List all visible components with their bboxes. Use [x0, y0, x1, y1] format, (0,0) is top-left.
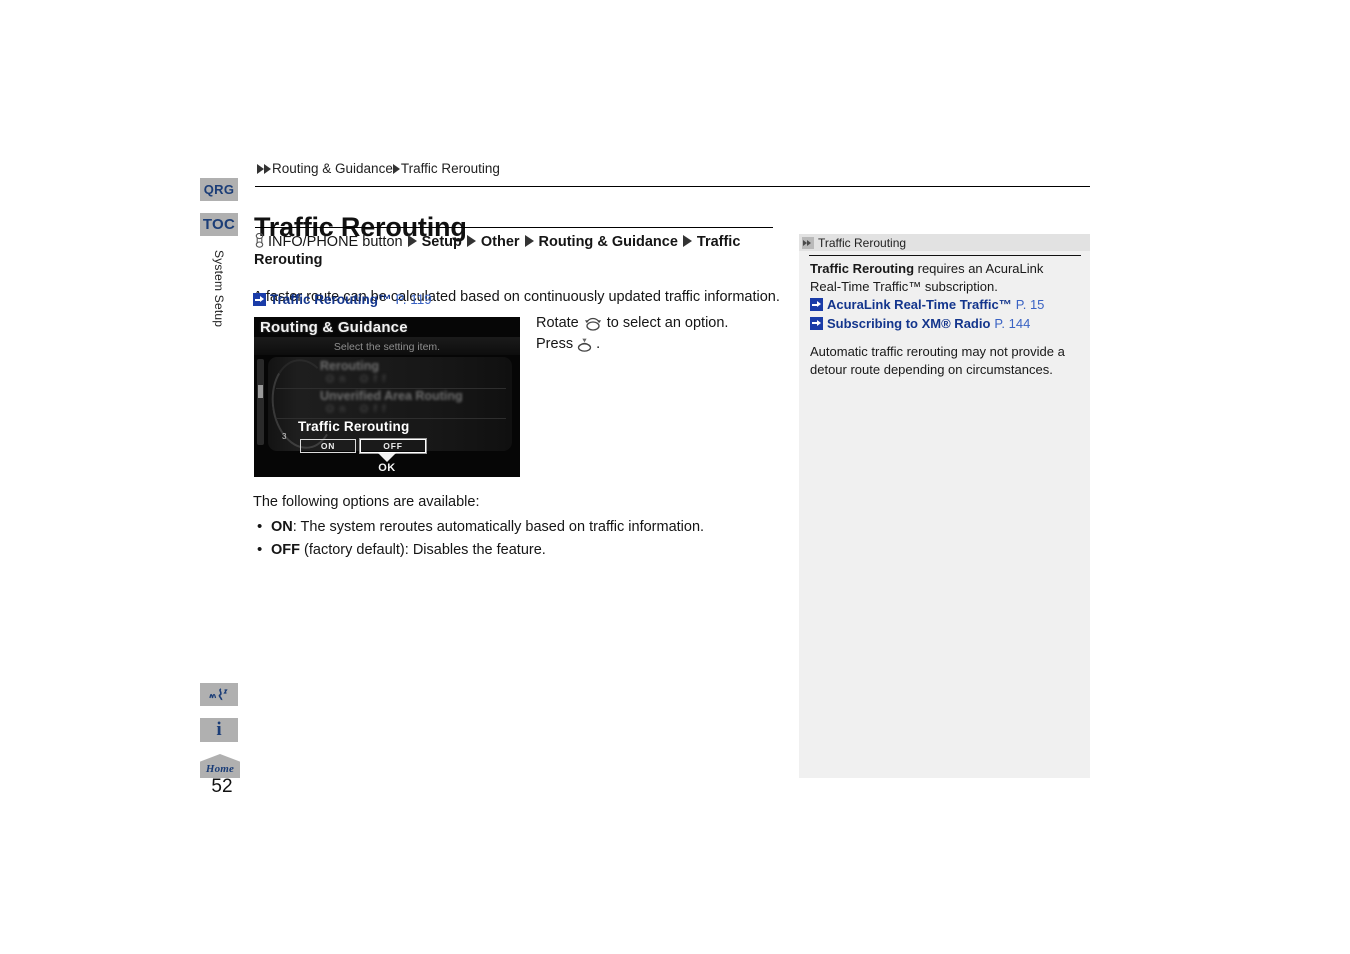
page-number: 52	[211, 776, 233, 797]
side-note-paragraph-bold: Traffic Rerouting	[810, 261, 915, 276]
rotary-knob-icon	[583, 316, 603, 332]
jump-arrow-icon	[810, 298, 823, 312]
nav-selected-item[interactable]: 3 Traffic Rerouting ON OFF	[276, 419, 506, 454]
home-button[interactable]: Home	[200, 754, 240, 778]
section-label: System Setup	[200, 250, 238, 372]
jump-arrow-icon	[253, 293, 266, 306]
navigation-screen-figure: Routing & Guidance Select the setting it…	[254, 317, 520, 477]
left-rail-bottom: i Home	[200, 683, 244, 778]
side-note-header: Traffic Rerouting	[799, 234, 1090, 251]
cross-reference-link[interactable]: Traffic Rerouting™ P. 119	[253, 292, 432, 307]
path-arrow-icon	[407, 235, 417, 247]
side-cross-reference-label: AcuraLink Real-Time Traffic™	[827, 297, 1012, 312]
nav-scroll-down-icon[interactable]	[378, 453, 396, 462]
path-arrow-icon	[682, 235, 692, 247]
section-label-text: System Setup	[212, 250, 226, 328]
option-desc-on: : The system reroutes automatically base…	[292, 519, 705, 535]
path-arrow-icon	[524, 235, 534, 247]
option-item-off: OFF (factory default): Disables the feat…	[257, 538, 783, 562]
options-list: ON: The system reroutes automatically ba…	[253, 515, 783, 562]
path-step-routing-guidance[interactable]: Routing & Guidance	[539, 234, 678, 250]
nav-scrollbar-thumb[interactable]	[258, 385, 263, 398]
side-note-body: Traffic Rerouting requires an AcuraLink …	[810, 260, 1078, 378]
rotate-instruction: Rotate to select an option.	[536, 313, 728, 334]
side-cross-reference-page: P. 15	[1015, 297, 1045, 312]
breadcrumb-parent[interactable]: Routing & Guidance	[272, 161, 393, 176]
side-note-footnote: Automatic traffic rerouting may not prov…	[810, 344, 1065, 377]
callout-number-3: 3	[282, 432, 287, 441]
menu-path: INFO/PHONE button Setup Other Routing & Gui…	[254, 231, 779, 269]
interaction-instructions: Rotate to select an option. Press .	[536, 313, 728, 355]
title-rule-bottom	[255, 227, 773, 228]
side-note-paragraph: Traffic Rerouting requires an AcuraLink …	[810, 260, 1078, 295]
press-instruction-pre: Press	[536, 336, 574, 352]
press-knob-icon	[576, 337, 593, 352]
breadcrumb-current: Traffic Rerouting	[400, 161, 500, 176]
title-rule-top	[255, 186, 1090, 187]
option-name-on: ON	[271, 519, 293, 535]
breadcrumb-arrow-icon	[257, 163, 264, 174]
path-button: INFO/PHONE button	[268, 234, 403, 250]
left-rail: QRG TOC System Setup	[200, 178, 244, 372]
nav-list-item-value: On Off	[326, 404, 392, 415]
info-icon[interactable]: i	[200, 718, 238, 742]
nav-screen-title: Routing & Guidance	[260, 319, 408, 336]
rotate-instruction-post: to select an option.	[606, 315, 729, 331]
path-arrow-icon	[466, 235, 476, 247]
side-cross-reference-link[interactable]: Subscribing to XM® Radio P. 144	[810, 315, 1078, 333]
nav-list-item-label: Rerouting	[320, 359, 380, 373]
side-note-title: Traffic Rerouting	[818, 235, 907, 250]
path-step-setup[interactable]: Setup	[422, 234, 462, 250]
nav-screen-subtitle: Select the setting item.	[333, 341, 441, 353]
hardware-button-icon	[254, 232, 265, 248]
option-name-off: OFF	[271, 542, 300, 558]
nav-scrollbar[interactable]	[257, 359, 264, 445]
nav-list-item-label: Unverified Area Routing	[320, 389, 463, 403]
nav-ok-label[interactable]: OK	[254, 462, 520, 474]
nav-list-item-value: On Off	[326, 374, 392, 385]
options-section: The following options are available: ON:…	[253, 491, 783, 562]
manual-page: QRG TOC System Setup i Home 52 Routing &…	[0, 0, 1350, 954]
breadcrumb-arrow-icon	[392, 163, 400, 174]
nav-list-item[interactable]: Rerouting On Off	[276, 359, 506, 389]
rotate-instruction-pre: Rotate	[536, 315, 579, 331]
nav-option-on[interactable]: ON	[300, 439, 356, 453]
nav-list-item[interactable]: Unverified Area Routing On Off	[276, 389, 506, 419]
side-cross-reference-page: P. 144	[994, 315, 1031, 331]
breadcrumb: Routing & Guidance Traffic Rerouting	[257, 161, 500, 176]
side-note-rule	[809, 255, 1081, 256]
breadcrumb-arrow-icon	[264, 163, 271, 174]
cross-reference-page: P. 119	[395, 292, 432, 307]
side-cross-reference-label: Subscribing to XM® Radio	[827, 315, 991, 331]
voice-glyph	[209, 687, 228, 700]
press-instruction-post: .	[596, 336, 601, 352]
toc-button[interactable]: TOC	[200, 213, 238, 236]
press-instruction: Press .	[536, 334, 728, 355]
option-item-on: ON: The system reroutes automatically ba…	[257, 515, 783, 539]
jump-arrow-icon	[810, 316, 823, 330]
options-intro: The following options are available:	[253, 494, 480, 510]
qrg-button[interactable]: QRG	[200, 178, 238, 201]
nav-option-off[interactable]: OFF	[360, 439, 426, 453]
voice-command-icon[interactable]	[200, 683, 238, 706]
path-step-other[interactable]: Other	[481, 234, 520, 250]
side-cross-reference-link[interactable]: AcuraLink Real-Time Traffic™ P. 15	[810, 296, 1078, 314]
cross-reference-label: Traffic Rerouting™	[270, 292, 392, 307]
double-chevron-icon	[802, 236, 814, 249]
option-desc-off: (factory default): Disables the feature.	[300, 542, 546, 558]
nav-selected-label: Traffic Rerouting	[298, 419, 410, 434]
side-note-panel: Traffic Rerouting Traffic Rerouting requ…	[799, 234, 1090, 778]
